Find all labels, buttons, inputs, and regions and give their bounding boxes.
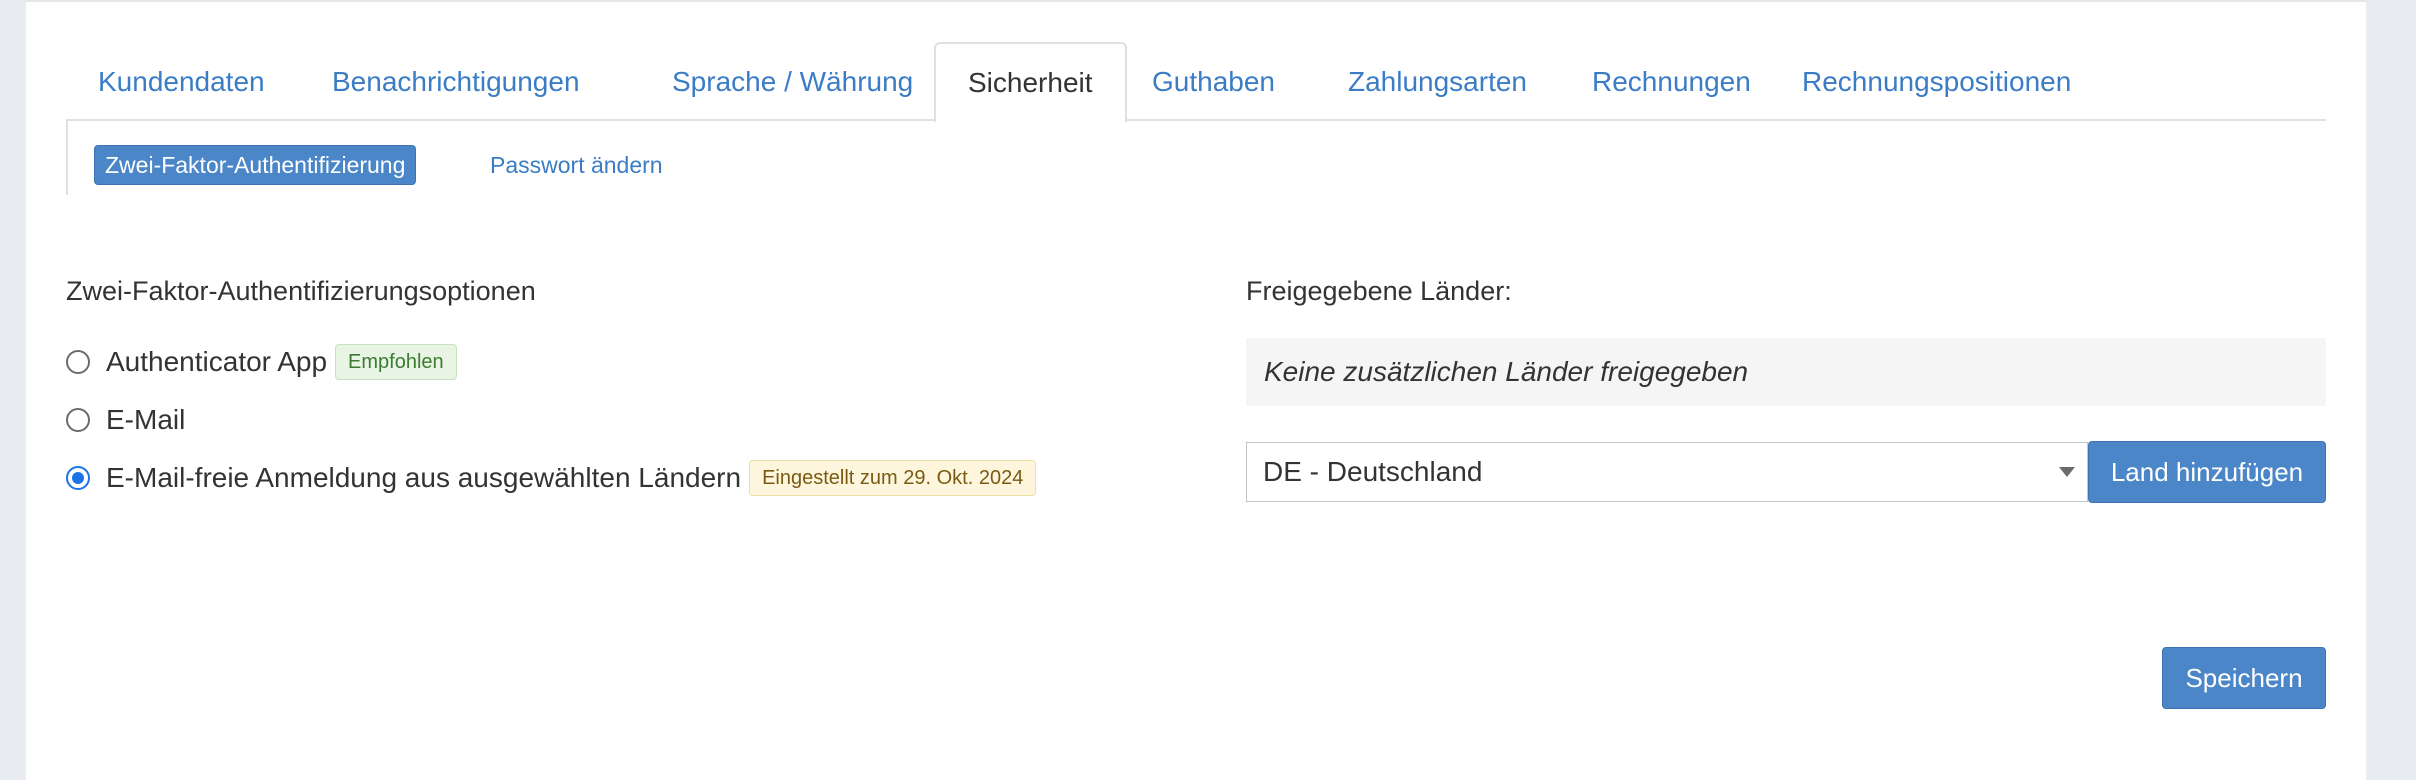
- two-factor-title: Zwei-Faktor-Authentifizierungsoptionen: [66, 276, 536, 306]
- subnav-two-factor[interactable]: Zwei-Faktor-Authentifizierung: [94, 145, 417, 185]
- option-country-login-label: E-Mail-freie Anmeldung aus ausgewählten …: [106, 462, 742, 493]
- countries-empty-state: Keine zusätzlichen Länder freigegeben: [1246, 338, 2326, 406]
- save-button[interactable]: Speichern: [2162, 647, 2326, 709]
- radio-authenticator[interactable]: [66, 350, 90, 374]
- tab-sprache-waehrung[interactable]: Sprache / Währung: [640, 42, 945, 121]
- tab-sicherheit[interactable]: Sicherheit: [934, 42, 1127, 123]
- country-select-value: DE - Deutschland: [1263, 456, 1483, 487]
- tab-rechnungspositionen[interactable]: Rechnungspositionen: [1770, 42, 2103, 121]
- radio-country-login[interactable]: [66, 466, 90, 490]
- countries-title: Freigegebene Länder:: [1246, 276, 1512, 306]
- security-subnav: Zwei-Faktor-Authentifizierung Passwort ä…: [66, 121, 668, 195]
- tab-rechnungen[interactable]: Rechnungen: [1560, 42, 1783, 121]
- settings-panel: Kundendaten Benachrichtigungen Sprache /…: [26, 0, 2366, 780]
- tab-bar: Kundendaten Benachrichtigungen Sprache /…: [66, 42, 2326, 123]
- option-authenticator-label: Authenticator App: [106, 346, 328, 377]
- tab-guthaben[interactable]: Guthaben: [1120, 42, 1307, 121]
- radio-email[interactable]: [66, 408, 90, 432]
- country-select[interactable]: DE - Deutschland: [1246, 442, 2088, 502]
- tab-zahlungsarten[interactable]: Zahlungsarten: [1316, 42, 1559, 121]
- chevron-down-icon: [2059, 467, 2075, 477]
- tab-benachrichtigungen[interactable]: Benachrichtigungen: [300, 42, 612, 121]
- recommended-badge: Empfohlen: [335, 344, 457, 380]
- option-authenticator[interactable]: Authenticator App Empfohlen: [66, 342, 457, 382]
- subnav-change-password[interactable]: Passwort ändern: [490, 145, 663, 185]
- add-country-button[interactable]: Land hinzufügen: [2088, 441, 2326, 503]
- option-country-login[interactable]: E-Mail-freie Anmeldung aus ausgewählten …: [66, 458, 1037, 498]
- set-date-badge: Eingestellt zum 29. Okt. 2024: [749, 460, 1037, 496]
- option-email[interactable]: E-Mail: [66, 400, 185, 440]
- tab-kundendaten[interactable]: Kundendaten: [66, 42, 297, 121]
- option-email-label: E-Mail: [106, 404, 186, 435]
- countries-empty-text: Keine zusätzlichen Länder freigegeben: [1264, 356, 1749, 387]
- top-divider: [26, 0, 2366, 2]
